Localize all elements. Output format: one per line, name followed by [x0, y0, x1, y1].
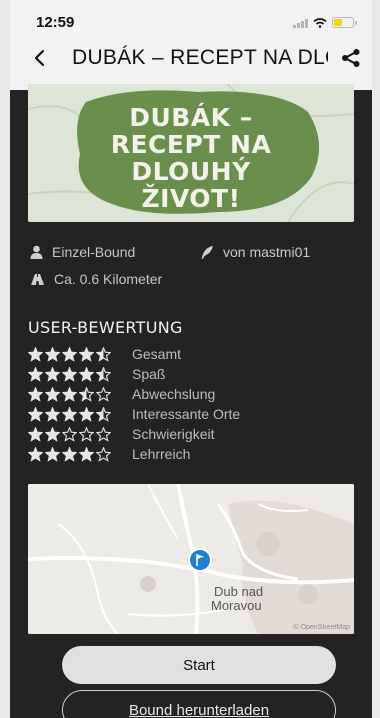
battery-level [334, 19, 342, 26]
download-bound-button[interactable]: Bound herunterladen [62, 690, 336, 718]
banner-line-1: DUBÁK – [129, 103, 253, 132]
star-full-icon [62, 406, 77, 422]
star-full-icon [45, 386, 60, 402]
star-empty-icon [96, 386, 111, 402]
rating-label: Lehrreich [132, 446, 191, 462]
banner-title: DUBÁK – RECEPT NA DLOUHÝ ŽIVOT! [28, 104, 354, 212]
rating-stars [28, 366, 132, 382]
back-button[interactable] [30, 44, 50, 72]
star-full-icon [28, 346, 43, 362]
rating-row: Schwierigkeit [28, 424, 240, 444]
rating-stars [28, 446, 132, 462]
status-time: 12:59 [36, 14, 75, 31]
battery-icon [332, 17, 357, 28]
rating-stars [28, 426, 132, 442]
rating-label: Abwechslung [132, 386, 216, 402]
map-town-label-1: Dub nad [214, 584, 264, 599]
star-half-icon [79, 386, 94, 402]
star-full-icon [62, 366, 77, 382]
rating-row: Spaß [28, 364, 240, 384]
bound-author: von mastmi01 [200, 244, 310, 260]
star-half-icon [96, 366, 111, 382]
star-full-icon [62, 346, 77, 362]
share-button[interactable] [340, 48, 362, 68]
app-screen: 12:59 DUBÁK – RECEPT NA DLOUHÝ ŽIVOT! [10, 0, 372, 718]
rating-label: Spaß [132, 366, 166, 382]
star-full-icon [45, 426, 60, 442]
star-full-icon [28, 366, 43, 382]
star-full-icon [62, 446, 77, 462]
status-icons [293, 17, 357, 28]
map-town-label-2: Moravou [211, 598, 262, 613]
rating-label: Schwierigkeit [132, 426, 215, 442]
star-full-icon [79, 446, 94, 462]
bound-author-label: von mastmi01 [223, 244, 311, 260]
bound-type-label: Einzel-Bound [52, 244, 136, 260]
star-empty-icon [96, 426, 111, 442]
start-button[interactable]: Start [62, 646, 336, 684]
star-full-icon [62, 386, 77, 402]
bound-type: Einzel-Bound [30, 244, 135, 260]
rating-row: Lehrreich [28, 444, 240, 464]
rating-row: Abwechslung [28, 384, 240, 404]
star-full-icon [28, 386, 43, 402]
star-half-icon [96, 406, 111, 422]
star-full-icon [28, 426, 43, 442]
star-full-icon [79, 406, 94, 422]
top-bar: 12:59 DUBÁK – RECEPT NA DLOUHÝ ŽIVOT! [10, 0, 372, 90]
star-empty-icon [96, 446, 111, 462]
wifi-icon [313, 17, 327, 28]
person-icon [30, 245, 43, 259]
bound-distance-label: Ca. 0.6 Kilometer [54, 271, 163, 287]
banner-line-4: ŽIVOT! [141, 184, 241, 213]
ratings-list: Gesamt Spaß Abwechslung Interessante Orte Sc… [28, 344, 240, 464]
download-bound-label: Bound herunterladen [128, 702, 270, 718]
map-pin-icon[interactable] [188, 548, 212, 572]
rating-stars [28, 346, 132, 362]
feather-icon [201, 245, 213, 259]
page-title: DUBÁK – RECEPT NA DLOUHÝ ŽIVOT! [72, 46, 328, 69]
banner-line-3: DLOUHÝ [131, 157, 251, 186]
star-full-icon [45, 346, 60, 362]
signal-icon [293, 18, 308, 28]
star-full-icon [45, 406, 60, 422]
ratings-heading: USER-BEWERTUNG [28, 318, 183, 337]
star-half-icon [96, 346, 111, 362]
bound-distance: Ca. 0.6 Kilometer [30, 271, 162, 287]
map-credit: © OpenStreetMap [293, 624, 350, 631]
star-full-icon [79, 366, 94, 382]
star-full-icon [45, 366, 60, 382]
star-full-icon [28, 406, 43, 422]
rating-row: Interessante Orte [28, 404, 240, 424]
rating-label: Gesamt [132, 346, 182, 362]
star-full-icon [45, 446, 60, 462]
route-icon [31, 273, 44, 285]
star-empty-icon [79, 426, 94, 442]
star-full-icon [28, 446, 43, 462]
rating-stars [28, 406, 132, 422]
banner-line-2: RECEPT NA [110, 130, 272, 159]
rating-stars [28, 386, 132, 402]
star-empty-icon [62, 426, 77, 442]
route-map[interactable]: Dub nad Moravou © OpenStreetMap [28, 484, 354, 634]
rating-label: Interessante Orte [132, 406, 241, 422]
star-full-icon [79, 346, 94, 362]
bound-banner-image: DUBÁK – RECEPT NA DLOUHÝ ŽIVOT! [28, 84, 354, 222]
rating-row: Gesamt [28, 344, 240, 364]
